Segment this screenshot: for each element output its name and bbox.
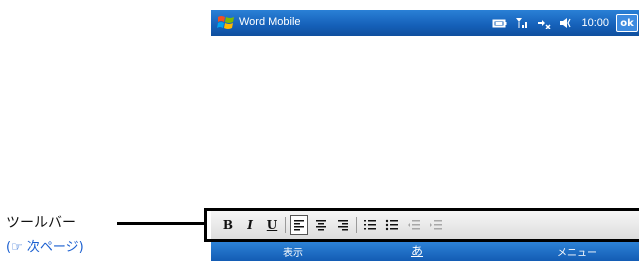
toolbar-callout-label: ツールバー bbox=[6, 215, 76, 231]
softkey-bar: 表示 あ メニュー bbox=[211, 240, 639, 261]
start-menu-icon[interactable] bbox=[217, 14, 235, 32]
ok-button[interactable]: ok bbox=[616, 14, 638, 32]
clock[interactable]: 10:00 bbox=[581, 17, 609, 29]
app-title: Word Mobile bbox=[239, 16, 301, 28]
signal-icon[interactable] bbox=[515, 17, 529, 29]
toolbar-highlight-frame bbox=[204, 208, 639, 242]
see-next-page-note: (☞ 次ページ) bbox=[6, 240, 84, 255]
input-method-button[interactable]: あ bbox=[411, 242, 423, 259]
softkey-menu[interactable]: メニュー bbox=[557, 244, 597, 259]
softkey-view[interactable]: 表示 bbox=[283, 244, 303, 259]
callout-line bbox=[117, 222, 204, 225]
title-bar: Word Mobile 10:00 ok bbox=[211, 10, 639, 36]
volume-icon[interactable] bbox=[559, 17, 573, 29]
document-area[interactable] bbox=[211, 36, 639, 210]
status-icons: 10:00 bbox=[492, 15, 609, 31]
battery-icon[interactable] bbox=[492, 17, 507, 29]
connectivity-icon[interactable] bbox=[537, 17, 551, 29]
